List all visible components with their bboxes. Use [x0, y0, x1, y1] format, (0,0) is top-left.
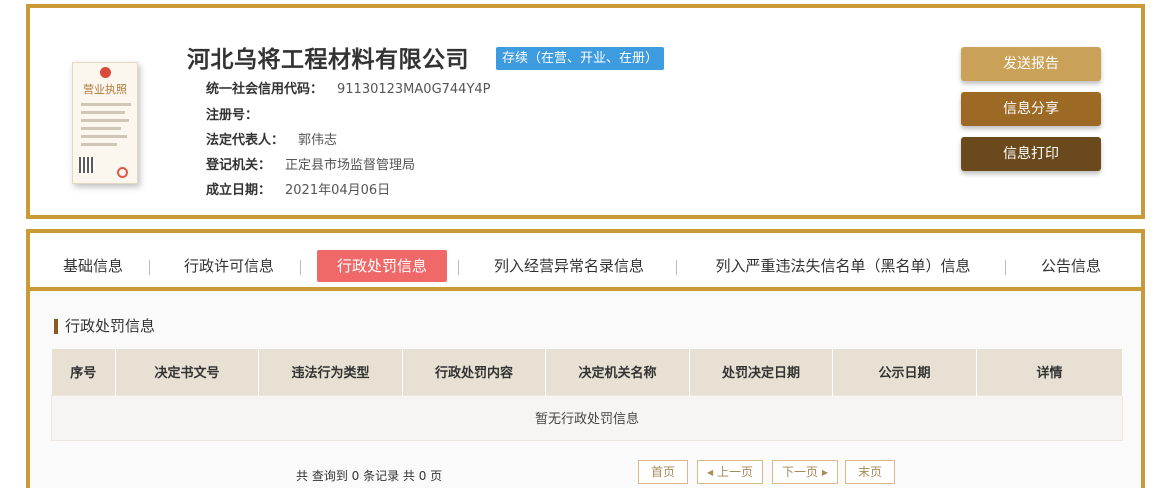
qr-code-icon [79, 157, 95, 173]
table-row: 暂无行政处罚信息 [51, 394, 1123, 441]
chevron-left-icon: ◀ [707, 468, 714, 477]
tab-license-info[interactable]: 行政许可信息 [178, 250, 280, 282]
license-title: 营业执照 [83, 83, 127, 96]
last-page-button[interactable]: 末页 [845, 460, 895, 484]
field-label: 成立日期： [206, 183, 272, 198]
next-page-label: 下一页 [782, 465, 819, 479]
tab-blacklist[interactable]: 列入严重违法失信名单（黑名单）信息 [704, 250, 982, 282]
pager-summary: 共 查询到 0 条记录 共 0 页 [296, 469, 443, 483]
tab-divider [300, 260, 301, 275]
field-label: 统一社会信用代码： [206, 82, 324, 97]
info-row-registration-number: 注册号： [206, 104, 272, 123]
column-header-authority-name: 决定机关名称 [545, 349, 690, 395]
column-header-violation-type: 违法行为类型 [258, 349, 403, 395]
business-license-image: 营业执照 [72, 62, 138, 184]
field-label: 登记机关： [206, 158, 272, 173]
national-emblem-icon [100, 67, 111, 78]
prev-page-button[interactable]: ◀ 上一页 [697, 460, 763, 484]
column-header-penalty-content: 行政处罚内容 [402, 349, 546, 395]
column-header-index: 序号 [51, 349, 116, 395]
company-name: 河北乌将工程材料有限公司 [187, 47, 469, 73]
tab-divider [149, 260, 150, 275]
tab-basic-info[interactable]: 基础信息 [58, 250, 128, 282]
column-header-publication-date: 公示日期 [832, 349, 977, 395]
license-text-line [81, 143, 117, 146]
detail-card: 基础信息 行政许可信息 行政处罚信息 列入经营异常名录信息 列入严重违法失信名单… [26, 229, 1145, 488]
license-text-line [81, 119, 129, 122]
tab-divider [1005, 260, 1006, 275]
print-info-button[interactable]: 信息打印 [961, 137, 1101, 171]
info-row-registration-authority: 登记机关： 正定县市场监督管理局 [206, 154, 415, 173]
table-header-row: 序号 决定书文号 违法行为类型 行政处罚内容 决定机关名称 处罚决定日期 公示日… [51, 349, 1123, 395]
license-text-line [81, 111, 125, 114]
seal-icon [117, 167, 128, 178]
tab-bar: 基础信息 行政许可信息 行政处罚信息 列入经营异常名录信息 列入严重违法失信名单… [30, 233, 1141, 291]
status-badge: 存续（在营、开业、在册） [496, 47, 665, 70]
info-row-legal-representative: 法定代表人： 郭伟志 [206, 129, 337, 148]
section-title: 行政处罚信息 [54, 319, 155, 334]
empty-message: 暂无行政处罚信息 [51, 394, 1123, 441]
tab-divider [676, 260, 677, 275]
tab-divider [458, 260, 459, 275]
chevron-right-icon: ▶ [821, 468, 828, 477]
share-info-button[interactable]: 信息分享 [961, 92, 1101, 126]
info-row-credit-code: 统一社会信用代码： 91130123MA0G744Y4P [206, 78, 491, 97]
field-value: 郭伟志 [298, 133, 338, 148]
field-label: 法定代表人： [206, 133, 285, 148]
tab-penalty-info[interactable]: 行政处罚信息 [317, 250, 447, 282]
license-text-line [81, 127, 121, 130]
license-text-line [81, 103, 131, 106]
field-value: 91130123MA0G744Y4P [337, 82, 491, 97]
license-text-line [81, 135, 127, 138]
column-header-details: 详情 [976, 349, 1123, 395]
field-label: 注册号： [206, 108, 259, 123]
next-page-button[interactable]: 下一页 ▶ [772, 460, 838, 484]
column-header-decision-date: 处罚决定日期 [689, 349, 833, 395]
tab-announcement[interactable]: 公告信息 [1031, 250, 1111, 282]
tab-abnormal-operation[interactable]: 列入经营异常名录信息 [486, 250, 652, 282]
field-value: 2021年04月06日 [285, 183, 391, 198]
column-header-decision-number: 决定书文号 [115, 349, 259, 395]
penalty-table: 序号 决定书文号 违法行为类型 行政处罚内容 决定机关名称 处罚决定日期 公示日… [51, 349, 1123, 441]
info-row-establishment-date: 成立日期： 2021年04月06日 [206, 179, 390, 198]
first-page-button[interactable]: 首页 [638, 460, 688, 484]
company-header-card: 营业执照 河北乌将工程材料有限公司 存续（在营、开业、在册） 统一社会信用代码：… [26, 4, 1145, 219]
field-value: 正定县市场监督管理局 [285, 158, 416, 173]
send-report-button[interactable]: 发送报告 [961, 47, 1101, 81]
prev-page-label: 上一页 [716, 465, 753, 479]
